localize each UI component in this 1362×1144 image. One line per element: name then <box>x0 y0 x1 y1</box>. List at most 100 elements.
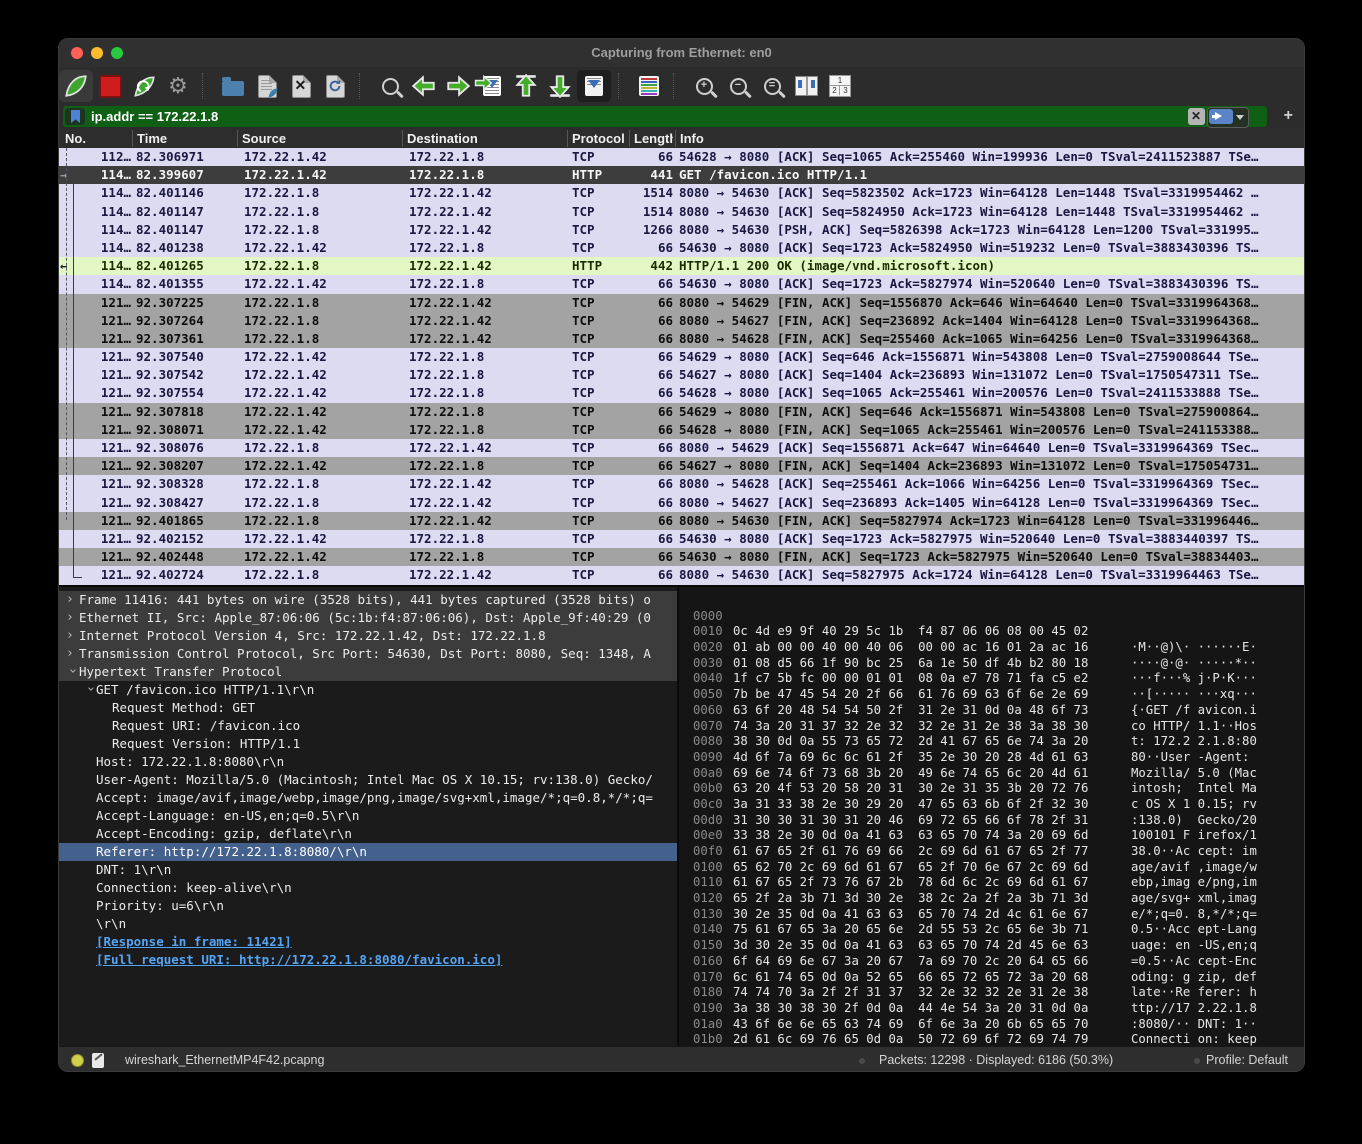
capture-comment-icon[interactable] <box>92 1053 104 1068</box>
capture-options-button[interactable]: ⚙ <box>161 70 195 102</box>
packet-row[interactable]: 121… 92.308328 172.22.1.8 172.22.1.42 TC… <box>59 475 1304 493</box>
layout-button[interactable] <box>823 70 857 102</box>
packet-row[interactable]: ← 114… 82.401265 172.22.1.8 172.22.1.42 … <box>59 257 1304 275</box>
hex-row[interactable]: 0150 6f 64 69 6e 67 3a 20 67 7a 69 70 2c… <box>679 922 1305 938</box>
filter-bookmark-button[interactable] <box>65 108 85 125</box>
go-back-button[interactable] <box>407 70 441 102</box>
expander-chevron-icon[interactable]: › <box>66 645 78 663</box>
hex-row[interactable]: 0170 74 74 70 3a 2f 2f 31 37 32 2e 32 32… <box>679 954 1305 970</box>
hex-row[interactable]: 00f0 65 62 70 2c 69 6d 61 67 65 2f 70 6e… <box>679 828 1305 844</box>
packet-row[interactable]: 121… 92.401865 172.22.1.8 172.22.1.42 TC… <box>59 512 1304 530</box>
packet-row[interactable]: 121… 92.307264 172.22.1.8 172.22.1.42 TC… <box>59 312 1304 330</box>
go-first-packet-button[interactable] <box>509 70 543 102</box>
hex-row[interactable]: 0020 01 08 d5 66 1f 90 bc 25 6a 1e 50 df… <box>679 624 1305 640</box>
hex-row[interactable]: 0050 63 6f 20 48 54 54 50 2f 31 2e 31 0d… <box>679 671 1305 687</box>
packet-row[interactable]: 114… 82.401147 172.22.1.8 172.22.1.42 TC… <box>59 203 1304 221</box>
detail-row[interactable]: Priority: u=6\r\n <box>59 897 677 915</box>
hex-row[interactable]: 00a0 63 20 4f 53 20 58 20 31 30 2e 31 35… <box>679 750 1305 766</box>
hex-row[interactable]: 0190 43 6f 6e 6e 65 63 74 69 6f 6e 3a 20… <box>679 985 1305 1001</box>
packet-row[interactable]: 121… 92.307542 172.22.1.42 172.22.1.8 TC… <box>59 366 1304 384</box>
column-header-no[interactable]: No. <box>61 130 131 147</box>
filter-apply-button[interactable] <box>1209 109 1233 124</box>
detail-row[interactable]: › Frame 11416: 441 bytes on wire (3528 b… <box>59 591 677 609</box>
open-file-button[interactable] <box>216 70 250 102</box>
hex-row[interactable]: 0140 3d 30 2e 35 0d 0a 41 63 63 65 70 74… <box>679 907 1305 923</box>
find-packet-button[interactable] <box>373 70 407 102</box>
packet-row[interactable]: 121… 92.308207 172.22.1.42 172.22.1.8 TC… <box>59 457 1304 475</box>
packet-row[interactable]: 121… 92.308427 172.22.1.8 172.22.1.42 TC… <box>59 494 1304 512</box>
detail-row[interactable]: [Response in frame: 11421] <box>59 933 677 951</box>
filter-dropdown-caret[interactable] <box>1236 115 1244 124</box>
detail-row[interactable]: DNT: 1\r\n <box>59 861 677 879</box>
hex-row[interactable]: 0010 01 ab 00 00 40 00 40 06 00 00 ac 16… <box>679 609 1305 625</box>
packet-row[interactable]: 114… 82.401147 172.22.1.8 172.22.1.42 TC… <box>59 221 1304 239</box>
detail-row[interactable]: Request Version: HTTP/1.1 <box>59 735 677 753</box>
hex-row[interactable]: 0110 65 2f 2a 3b 71 3d 30 2e 38 2c 2a 2f… <box>679 860 1305 876</box>
detail-row[interactable]: [Full request URI: http://172.22.1.8:808… <box>59 951 677 969</box>
hex-row[interactable]: 00c0 31 30 30 31 30 31 20 46 69 72 65 66… <box>679 781 1305 797</box>
hex-row[interactable]: 00e0 61 67 65 2f 61 76 69 66 2c 69 6d 61… <box>679 813 1305 829</box>
packet-row[interactable]: 121… 92.308071 172.22.1.42 172.22.1.8 TC… <box>59 421 1304 439</box>
go-to-packet-button[interactable] <box>475 70 509 102</box>
packet-row[interactable]: 114… 82.401146 172.22.1.8 172.22.1.42 TC… <box>59 184 1304 202</box>
detail-row[interactable]: Host: 172.22.1.8:8080\r\n <box>59 753 677 771</box>
zoom-in-button[interactable]: + <box>687 70 721 102</box>
detail-row[interactable]: Accept: image/avif,image/webp,image/png,… <box>59 789 677 807</box>
display-filter-input[interactable]: ip.addr == 172.22.1.8 + <box>63 106 1267 127</box>
detail-row[interactable]: Request URI: /favicon.ico <box>59 717 677 735</box>
packet-row[interactable]: 121… 92.307225 172.22.1.8 172.22.1.42 TC… <box>59 294 1304 312</box>
hex-row[interactable]: 0100 61 67 65 2f 73 76 67 2b 78 6d 6c 2c… <box>679 844 1305 860</box>
packet-row[interactable]: 121… 92.307361 172.22.1.8 172.22.1.42 TC… <box>59 330 1304 348</box>
hex-row[interactable]: 0130 75 61 67 65 3a 20 65 6e 2d 55 53 2c… <box>679 891 1305 907</box>
hex-row[interactable]: 0040 7b be 47 45 54 20 2f 66 61 76 69 63… <box>679 656 1305 672</box>
packet-row[interactable]: 121… 92.307540 172.22.1.42 172.22.1.8 TC… <box>59 348 1304 366</box>
detail-row[interactable]: Connection: keep-alive\r\n <box>59 879 677 897</box>
zoom-reset-button[interactable]: = <box>755 70 789 102</box>
filter-clear-button[interactable] <box>1188 108 1205 125</box>
colorize-packets-button[interactable] <box>632 70 666 102</box>
column-header-time[interactable]: Time <box>132 130 237 147</box>
hex-row[interactable]: 01a0 2d 61 6c 69 76 65 0d 0a 50 72 69 6f… <box>679 1001 1305 1017</box>
start-capture-button[interactable] <box>59 70 93 102</box>
detail-row[interactable]: › Hypertext Transfer Protocol <box>59 663 677 681</box>
packet-row[interactable]: 114… 82.401355 172.22.1.42 172.22.1.8 TC… <box>59 275 1304 293</box>
expander-chevron-icon[interactable]: › <box>66 609 78 627</box>
resize-columns-button[interactable] <box>789 70 823 102</box>
packet-row[interactable]: 114… 82.401238 172.22.1.42 172.22.1.8 TC… <box>59 239 1304 257</box>
packet-row[interactable]: → 114… 82.399607 172.22.1.42 172.22.1.8 … <box>59 166 1304 184</box>
hex-row[interactable]: 00b0 3a 31 33 38 2e 30 29 20 47 65 63 6b… <box>679 766 1305 782</box>
hex-row[interactable]: 0080 4d 6f 7a 69 6c 6c 61 2f 35 2e 30 20… <box>679 719 1305 735</box>
zoom-out-button[interactable]: − <box>721 70 755 102</box>
profile-label[interactable]: Profile: Default <box>1206 1053 1288 1067</box>
detail-row[interactable]: User-Agent: Mozilla/5.0 (Macintosh; Inte… <box>59 771 677 789</box>
close-file-button[interactable] <box>284 70 318 102</box>
detail-row[interactable]: Request Method: GET <box>59 699 677 717</box>
hex-row[interactable]: 0030 1f c7 5b fc 00 00 01 01 08 0a e7 78… <box>679 640 1305 656</box>
packet-row[interactable]: 121… 92.402152 172.22.1.42 172.22.1.8 TC… <box>59 530 1304 548</box>
detail-row[interactable]: Referer: http://172.22.1.8:8080/\r\n <box>59 843 677 861</box>
expander-chevron-icon[interactable]: › <box>66 591 78 609</box>
packet-row[interactable]: 121… 92.308076 172.22.1.8 172.22.1.42 TC… <box>59 439 1304 457</box>
expander-chevron-icon[interactable]: › <box>66 627 78 645</box>
restart-capture-button[interactable] <box>127 70 161 102</box>
column-header-source[interactable]: Source <box>237 130 402 147</box>
column-header-protocol[interactable]: Protocol <box>567 130 629 147</box>
detail-row[interactable]: › Transmission Control Protocol, Src Por… <box>59 645 677 663</box>
detail-row[interactable]: › Internet Protocol Version 4, Src: 172.… <box>59 627 677 645</box>
column-header-info[interactable]: Info <box>675 130 1287 147</box>
packet-row[interactable]: 121… 92.307554 172.22.1.42 172.22.1.8 TC… <box>59 384 1304 402</box>
hex-row[interactable]: 00d0 33 38 2e 30 0d 0a 41 63 63 65 70 74… <box>679 797 1305 813</box>
go-last-packet-button[interactable] <box>543 70 577 102</box>
column-header-length[interactable]: Length <box>629 130 673 147</box>
detail-row[interactable]: \r\n <box>59 915 677 933</box>
packet-row[interactable]: 121… 92.402448 172.22.1.42 172.22.1.8 TC… <box>59 548 1304 566</box>
detail-row[interactable]: › Ethernet II, Src: Apple_87:06:06 (5c:1… <box>59 609 677 627</box>
hex-row[interactable]: 0060 74 3a 20 31 37 32 2e 32 32 2e 31 2e… <box>679 687 1305 703</box>
hex-row[interactable]: 01b0 3a 20 75 3d 36 0d 0a 0d 0a : u=6···… <box>679 1017 1305 1033</box>
packet-row[interactable]: 121… 92.307818 172.22.1.42 172.22.1.8 TC… <box>59 403 1304 421</box>
title-bar[interactable]: Capturing from Ethernet: en0 <box>59 39 1304 68</box>
hex-row[interactable]: 0090 69 6e 74 6f 73 68 3b 20 49 6e 74 65… <box>679 734 1305 750</box>
filter-add-button[interactable]: + <box>1284 107 1293 125</box>
packet-row[interactable]: 112… 82.306971 172.22.1.42 172.22.1.8 TC… <box>59 148 1304 166</box>
hex-row[interactable]: 0070 38 30 0d 0a 55 73 65 72 2d 41 67 65… <box>679 703 1305 719</box>
